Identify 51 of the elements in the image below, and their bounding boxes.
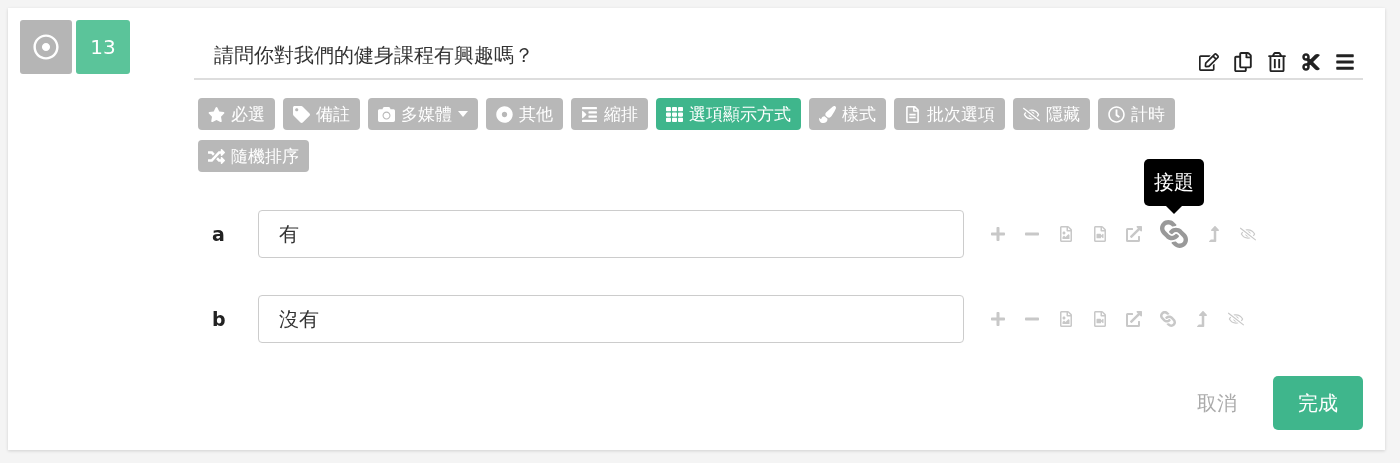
option-input[interactable]: 沒有 [258, 295, 964, 343]
radio-icon [33, 34, 59, 60]
document-icon [904, 105, 921, 123]
toolbar-button[interactable]: 縮排 [571, 98, 648, 130]
eye-slash-icon[interactable] [1240, 226, 1256, 242]
video-file-icon[interactable] [1092, 311, 1108, 327]
question-type-button[interactable] [20, 20, 72, 74]
cancel-button[interactable]: 取消 [1191, 388, 1243, 418]
toolbar-button[interactable]: 選項顯示方式 [656, 98, 801, 130]
clock-icon [1108, 105, 1125, 123]
image-file-icon[interactable] [1058, 311, 1074, 327]
toolbar-button[interactable]: 樣式 [809, 98, 886, 130]
image-file-icon[interactable] [1058, 226, 1074, 242]
option-input[interactable]: 有 [258, 210, 964, 258]
question-number: 13 [76, 20, 130, 74]
done-button[interactable]: 完成 [1273, 376, 1363, 430]
link-icon[interactable] [1160, 311, 1176, 327]
video-file-icon[interactable] [1092, 226, 1108, 242]
tag-icon [293, 105, 310, 123]
star-icon [208, 105, 225, 123]
menu-icon[interactable] [1335, 52, 1355, 72]
eye-slash-icon [1023, 105, 1040, 123]
question-title: 請問你對我們的健身課程有興趣嗎？ [214, 42, 534, 69]
toolbar-button[interactable]: 其他 [486, 98, 563, 130]
toolbar-button[interactable]: 隱藏 [1013, 98, 1090, 130]
toolbar-button[interactable]: 備註 [283, 98, 360, 130]
toolbar-button[interactable]: 批次選項 [894, 98, 1005, 130]
copy-icon[interactable] [1233, 52, 1253, 72]
tooltip-arrow [1166, 206, 1182, 214]
toolbar-button[interactable]: 必選 [198, 98, 275, 130]
toolbar-button[interactable]: 計時 [1098, 98, 1175, 130]
trash-icon[interactable] [1267, 52, 1287, 72]
link-icon[interactable] [1160, 220, 1188, 248]
plus-icon[interactable] [990, 226, 1006, 242]
option-letter: b [211, 308, 227, 330]
scissors-icon[interactable] [1301, 52, 1321, 72]
external-link-icon[interactable] [1126, 311, 1142, 327]
camera-icon [378, 105, 395, 123]
brush-icon [819, 105, 836, 123]
level-up-icon[interactable] [1194, 311, 1210, 327]
edit-icon[interactable] [1199, 52, 1219, 72]
option-letter: a [211, 223, 226, 245]
level-up-icon[interactable] [1206, 226, 1222, 242]
indent-icon [581, 105, 598, 123]
toolbar-button[interactable]: 隨機排序 [198, 140, 309, 172]
toolbar-button[interactable]: 多媒體 [368, 98, 478, 130]
eye-slash-icon[interactable] [1228, 311, 1244, 327]
shuffle-icon [208, 147, 225, 165]
plus-icon[interactable] [990, 311, 1006, 327]
external-link-icon[interactable] [1126, 226, 1142, 242]
grid-icon [666, 105, 683, 123]
